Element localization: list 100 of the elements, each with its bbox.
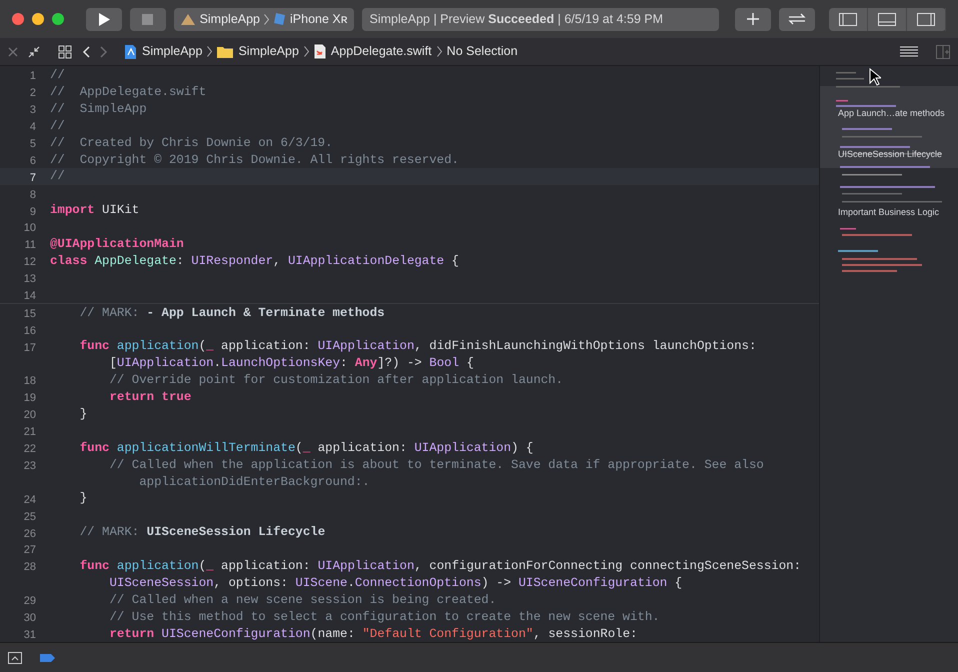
code-line: // <box>50 118 65 135</box>
panel-layout-icon <box>878 12 896 26</box>
back-chevron-icon[interactable] <box>82 46 90 58</box>
line-number: 25 <box>24 510 36 523</box>
line-number: 12 <box>24 256 36 268</box>
breadcrumb-item[interactable]: SimpleApp <box>142 42 202 61</box>
code-line: // <box>50 67 65 84</box>
minimize-window-icon[interactable] <box>32 13 44 25</box>
grid-icon[interactable] <box>58 44 72 58</box>
line-number: 31 <box>24 628 36 641</box>
chevron-icon <box>304 46 309 57</box>
line-number: 20 <box>24 409 36 422</box>
scheme-selector[interactable]: SimpleApp iPhone Xʀ <box>174 8 354 30</box>
forward-chevron-icon[interactable] <box>100 46 108 58</box>
code-review-button[interactable] <box>779 8 815 30</box>
code-line: // Override point for customization after application launch. <box>108 372 564 390</box>
code-line: // Called when the application is about to terminate. Save data if appropriate. See also <box>108 456 764 474</box>
code-line: func application(_ application: UIApplication, configurationForConnecting connectingSceneSession: <box>78 558 802 575</box>
line-number: 1 <box>30 70 36 82</box>
mouse-pointer-icon <box>869 68 881 86</box>
chevron-icon <box>436 46 442 57</box>
line-number: 5 <box>30 138 36 150</box>
code-line: // Called when a new scene session is being created. <box>108 592 496 609</box>
play-icon <box>98 12 110 26</box>
line-number: 23 <box>24 460 36 472</box>
line-number: 22 <box>24 443 36 456</box>
line-number: 8 <box>30 188 36 201</box>
code-line: // <box>50 168 65 186</box>
folder-icon <box>217 45 234 58</box>
code-line: } <box>78 406 88 423</box>
code-line: func application(_ application: UIApplication, didFinishLaunchingWithOptions launchOptions: <box>78 338 756 356</box>
swap-arrows-icon <box>788 13 806 25</box>
line-number: 18 <box>24 375 36 388</box>
code-line: // Use this method to select a configuration to create the new scene with. <box>108 608 660 626</box>
code-line: } <box>78 490 88 508</box>
breakpoint-tag-icon[interactable] <box>40 652 56 662</box>
line-number: 17 <box>24 342 36 354</box>
code-line: // AppDelegate.swift <box>50 84 206 102</box>
code-line: // MARK: - App Launch & Terminate methods <box>78 304 385 322</box>
minimap-section-label: UISceneSession Lifecycle <box>838 148 944 161</box>
breadcrumb-item[interactable]: No Selection <box>446 42 518 61</box>
panel-layout-icon <box>917 12 935 26</box>
zoom-window-icon[interactable] <box>52 13 64 25</box>
code-line: // SimpleApp <box>50 100 147 118</box>
line-number: 16 <box>24 324 36 337</box>
code-line: class AppDelegate: UIResponder, UIApplicationDelegate { <box>50 252 459 270</box>
build-status-text: SimpleApp | Preview Succeeded | 6/5/19 at 4:59 PM <box>370 10 663 28</box>
code-line: applicationDidEnterBackground:. <box>138 474 370 491</box>
phone-icon <box>273 12 286 26</box>
scheme-app-label: SimpleApp <box>200 10 260 28</box>
swift-file-icon <box>314 44 326 59</box>
minimap[interactable]: App Launch…ate methods UISceneSession Lifecycle Important Business Logic <box>819 66 958 642</box>
hide-debug-area-icon[interactable] <box>8 652 22 664</box>
code-line: // MARK: UISceneSession Lifecycle <box>78 524 326 542</box>
line-number: 15 <box>24 308 36 320</box>
minimap-section-label: App Launch…ate methods <box>838 107 945 120</box>
close-window-icon[interactable] <box>12 13 24 25</box>
line-number: 26 <box>24 528 36 540</box>
code-line: @UIApplicationMain <box>50 236 184 254</box>
code-line: UISceneSession, options: UIScene.ConnectionOptions) -> UISceneConfiguration { <box>108 574 682 592</box>
editor-options-icon[interactable] <box>900 46 918 58</box>
code-line: return true <box>108 389 192 406</box>
app-hammer-icon <box>180 12 196 26</box>
line-number: 9 <box>30 206 36 218</box>
code-line: // Copyright © 2019 Chris Downie. All rights reserved. <box>50 152 459 169</box>
panel-layout-icon <box>839 12 857 26</box>
scheme-device-label: iPhone Xʀ <box>290 10 348 28</box>
breadcrumb-item[interactable]: AppDelegate.swift <box>330 42 432 61</box>
line-number: 28 <box>24 561 36 574</box>
collapse-arrows-icon[interactable] <box>28 46 40 58</box>
line-number: 2 <box>30 87 36 100</box>
line-number: 24 <box>24 494 36 506</box>
close-icon[interactable] <box>8 46 18 56</box>
line-number: 7 <box>30 172 36 184</box>
plus-icon <box>747 13 760 25</box>
code-line: // Created by Chris Downie on 6/3/19. <box>50 134 333 152</box>
library-button[interactable] <box>735 8 772 30</box>
line-number: 19 <box>24 392 36 404</box>
line-number: 29 <box>24 595 36 608</box>
code-editor[interactable] <box>0 66 819 642</box>
code-line: func applicationWillTerminate(_ application: UIApplication) { <box>78 440 534 457</box>
stop-icon <box>142 14 154 24</box>
project-file-icon <box>124 44 137 60</box>
breadcrumb-item[interactable]: SimpleApp <box>238 42 299 61</box>
line-number: 14 <box>24 290 36 302</box>
line-number: 21 <box>24 426 36 438</box>
line-number: 30 <box>24 612 36 624</box>
line-number: 4 <box>30 121 36 134</box>
stop-button[interactable] <box>130 8 166 30</box>
line-number: 27 <box>24 544 36 556</box>
line-number: 3 <box>30 104 36 116</box>
line-number: 6 <box>30 154 36 167</box>
line-number: 11 <box>24 239 36 252</box>
chevron-icon <box>264 14 270 24</box>
code-line: [UIApplication.LaunchOptionsKey: Any]?) -> Bool { <box>108 355 474 372</box>
line-number: 10 <box>24 222 36 234</box>
code-line: import UIKit <box>50 202 140 220</box>
chevron-icon <box>207 46 212 57</box>
code-line: return UISceneConfiguration(name: "Default Configuration", sessionRole: <box>108 626 638 642</box>
run-button[interactable] <box>86 8 122 30</box>
